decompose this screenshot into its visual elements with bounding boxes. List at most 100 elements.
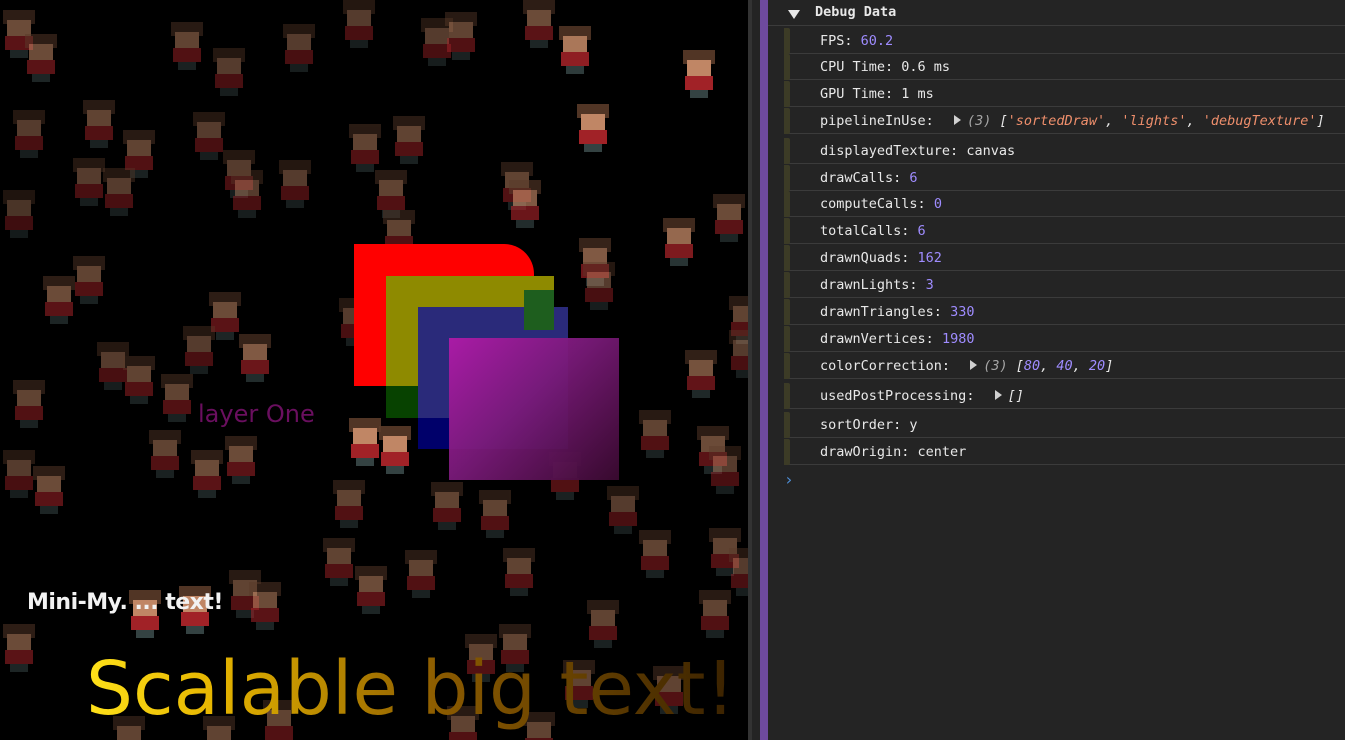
sprite-legs — [646, 570, 664, 578]
expand-triangle-icon[interactable] — [788, 10, 800, 19]
console-group-header[interactable]: Debug Data — [768, 0, 1345, 26]
sprite-face — [37, 476, 61, 492]
sprite-face — [175, 32, 199, 48]
sprite-face — [243, 344, 267, 360]
sprite-shirt — [589, 626, 617, 640]
sprite-shirt — [193, 476, 221, 490]
sprite-face — [283, 170, 307, 186]
character-sprite — [30, 466, 68, 514]
panel-splitter[interactable] — [760, 0, 768, 740]
array-count: (3) — [966, 113, 992, 129]
sprite-legs — [40, 506, 58, 514]
console-row: CPU Time: 0.6 ms — [784, 54, 1345, 80]
sprite-shirt — [5, 650, 33, 664]
sprite-legs — [90, 140, 108, 148]
group-indent-bar — [784, 54, 790, 80]
console-row: GPU Time: 1 ms — [784, 81, 1345, 107]
console-entry-text: CPU Time: 0.6 ms — [820, 59, 951, 75]
character-sprite — [280, 24, 318, 72]
character-sprite — [222, 436, 260, 484]
character-sprite — [346, 124, 384, 172]
sprite-shirt — [131, 616, 159, 630]
sprite-legs — [556, 492, 574, 500]
sprite-face — [127, 140, 151, 156]
array-item: 20 — [1088, 358, 1106, 374]
sprite-shirt — [407, 576, 435, 590]
group-indent-bar — [784, 353, 790, 379]
sprite-shirt — [285, 50, 313, 64]
console-entry-text: drawnLights: 3 — [820, 277, 934, 293]
character-sprite — [70, 256, 108, 304]
console-entry-text: displayedTexture: canvas — [820, 143, 1016, 159]
character-sprite — [180, 326, 218, 374]
console-entry-text: usedPostProcessing: [] — [820, 388, 1024, 404]
entry-key: CPU Time — [820, 59, 886, 75]
console-prompt-icon[interactable]: › — [784, 470, 794, 489]
sprite-face — [7, 634, 31, 650]
group-indent-bar — [784, 218, 790, 244]
console-entry-text: colorCorrection: (3) [80, 40, 20] — [820, 358, 1114, 374]
array-preview[interactable]: (3) [80, 40, 20] — [983, 358, 1113, 374]
sprite-face — [587, 272, 611, 288]
character-sprite — [246, 582, 284, 630]
console-row: colorCorrection: (3) [80, 40, 20] — [784, 353, 1345, 379]
character-sprite — [580, 262, 618, 310]
sprite-shirt — [685, 76, 713, 90]
entry-key: FPS — [820, 33, 845, 49]
character-sprite — [236, 334, 274, 382]
character-sprite — [706, 446, 744, 494]
sprite-shirt — [357, 592, 385, 606]
sprite-shirt — [27, 60, 55, 74]
sprite-face — [527, 10, 551, 26]
sprite-legs — [720, 234, 738, 242]
sprite-legs — [186, 626, 204, 634]
sprite-face — [733, 340, 748, 356]
console-entry-text: drawnVertices: 1980 — [820, 331, 975, 347]
sprite-shirt — [579, 130, 607, 144]
sprite-legs — [736, 370, 748, 378]
sprite-shirt — [711, 472, 739, 486]
character-sprite — [710, 194, 748, 242]
character-sprite — [228, 170, 266, 218]
character-sprite — [0, 190, 38, 238]
sprite-face — [229, 446, 253, 462]
group-indent-bar — [784, 165, 790, 191]
expand-arrow-icon[interactable] — [953, 115, 961, 125]
entry-key: colorCorrection — [820, 358, 942, 374]
sprite-face — [513, 190, 537, 206]
sprite-legs — [350, 40, 368, 48]
sprite-face — [687, 60, 711, 76]
character-sprite — [428, 482, 466, 530]
sprite-shirt — [125, 382, 153, 396]
sprite-face — [29, 44, 53, 60]
game-canvas[interactable]: layer One Mini-My. ... text! Scalable bi… — [0, 0, 752, 740]
expand-arrow-icon[interactable] — [970, 360, 978, 370]
sprite-face — [383, 436, 407, 452]
sprite-face — [77, 266, 101, 282]
sprite-legs — [412, 590, 430, 598]
expand-arrow-icon[interactable] — [994, 390, 1002, 400]
group-indent-bar — [784, 326, 790, 352]
console-entry-text: sortOrder: y — [820, 417, 918, 433]
entry-key: drawCalls — [820, 170, 894, 186]
character-sprite — [276, 160, 314, 208]
entry-value: 330 — [950, 304, 975, 320]
console-row: drawCalls: 6 — [784, 165, 1345, 191]
green-light-square — [386, 386, 418, 418]
console-entry-text: drawnTriangles: 330 — [820, 304, 975, 320]
sprite-legs — [200, 152, 218, 160]
sprite-face — [217, 58, 241, 74]
sprite-face — [347, 10, 371, 26]
group-indent-bar — [784, 245, 790, 271]
sprite-legs — [136, 630, 154, 638]
sprite-shirt — [75, 184, 103, 198]
character-sprite — [636, 410, 674, 458]
sprite-shirt — [345, 26, 373, 40]
sprite-shirt — [15, 406, 43, 420]
array-preview[interactable]: [] — [1008, 388, 1024, 404]
sprite-face — [195, 460, 219, 476]
character-sprite — [680, 50, 718, 98]
array-preview[interactable]: (3) ['sortedDraw', 'lights', 'debugTextu… — [967, 113, 1325, 129]
entry-key: displayedTexture — [820, 143, 951, 159]
sprite-legs — [80, 198, 98, 206]
